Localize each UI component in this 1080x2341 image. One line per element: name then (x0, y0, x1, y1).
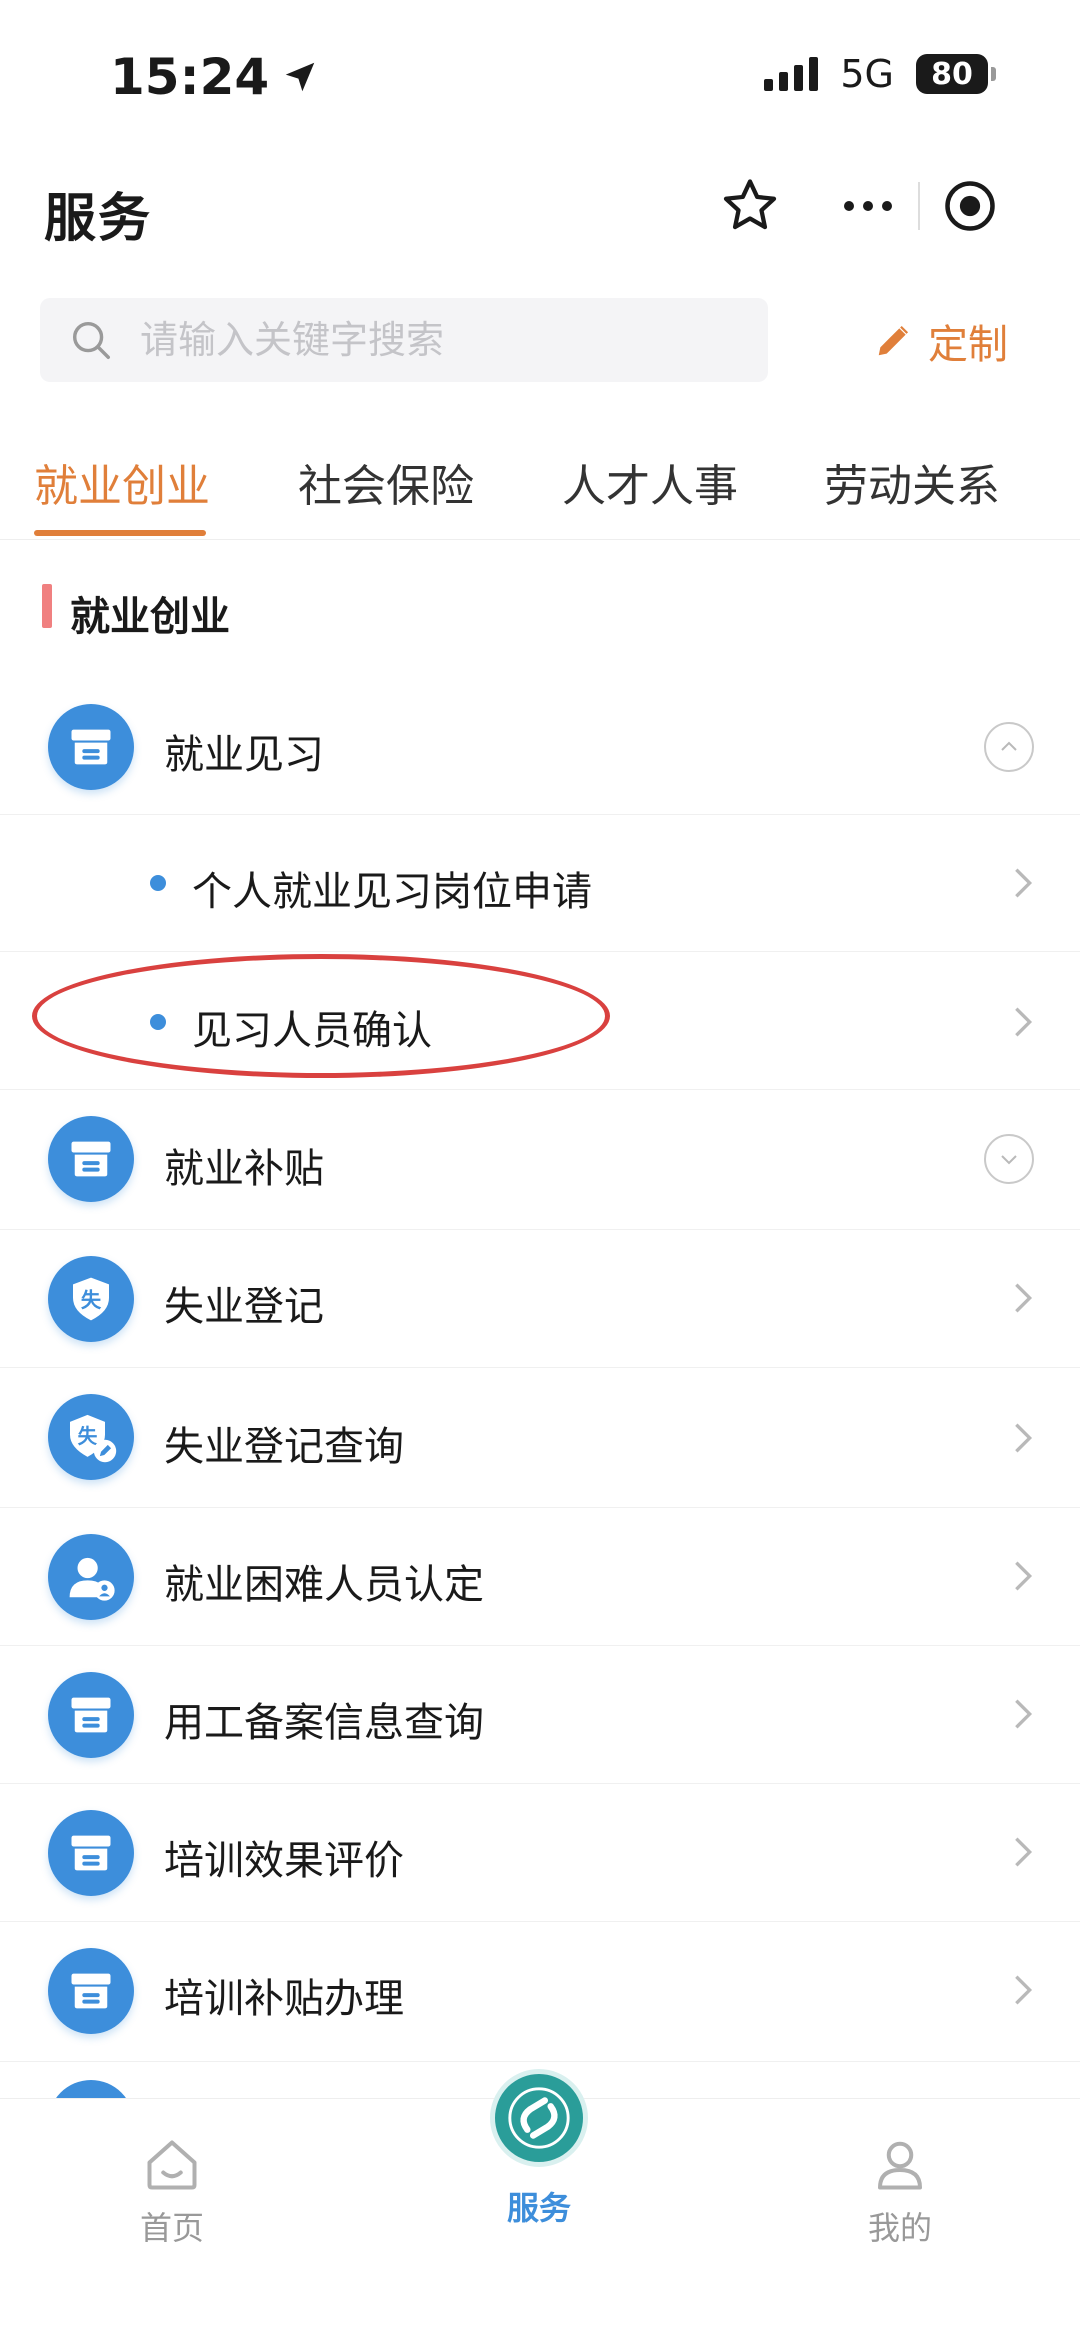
status-indicators: 5G 80 (764, 52, 996, 96)
network-type: 5G (840, 52, 894, 96)
list-item-label: 就业见习 (164, 732, 324, 778)
service-logo-icon (490, 2069, 588, 2167)
close-mini-program-button[interactable] (920, 168, 1020, 244)
box-icon (48, 704, 134, 790)
list-item-label: 就业补贴 (164, 1146, 324, 1192)
search-input[interactable] (140, 318, 700, 362)
highlight-annotation (32, 954, 610, 1078)
status-time: 15:24 (110, 48, 319, 106)
svg-text:失: 失 (81, 1288, 102, 1312)
signal-icon (764, 57, 819, 91)
sub-item-internship-application[interactable]: 个人就业见习岗位申请 (0, 815, 1080, 952)
pencil-icon (878, 325, 909, 356)
status-time-text: 15:24 (110, 48, 270, 106)
favorite-button[interactable] (718, 174, 782, 238)
collapse-button[interactable] (984, 722, 1034, 772)
tab-employment[interactable]: 就业创业 (34, 450, 210, 514)
list-item-training-subsidy[interactable]: 培训补贴办理 (0, 1922, 1080, 2062)
customize-button[interactable]: 定制 (874, 312, 1008, 370)
sub-item-label: 个人就业见习岗位申请 (192, 869, 592, 915)
list-item-unemployment-registration[interactable]: 失 失业登记 (0, 1230, 1080, 1368)
list-item-employment-subsidy[interactable]: 就业补贴 (0, 1090, 1080, 1230)
chevron-right-icon (1015, 1975, 1033, 2005)
page-title: 服务 (44, 189, 153, 249)
expand-button[interactable] (984, 1134, 1034, 1184)
nav-home[interactable]: 首页 (140, 2135, 204, 2249)
box-icon (48, 1116, 134, 1202)
list-item-label: 用工备案信息查询 (164, 1700, 484, 1746)
search-bar[interactable] (40, 298, 768, 382)
chevron-right-icon (1015, 1423, 1033, 1453)
chevron-right-icon (1015, 1561, 1033, 1591)
battery-icon: 80 (916, 54, 996, 94)
list-item-label: 失业登记 (164, 1284, 324, 1330)
list-item-internship[interactable]: 就业见习 (0, 680, 1080, 815)
category-tabs: 就业创业 社会保险 人才人事 劳动关系 (0, 440, 1080, 540)
star-icon (723, 179, 777, 230)
mini-program-capsule (818, 168, 1022, 244)
user-icon (48, 1534, 134, 1620)
more-button[interactable] (818, 168, 918, 244)
nav-profile[interactable]: 我的 (868, 2135, 932, 2249)
box-icon (48, 1672, 134, 1758)
box-icon (48, 1948, 134, 2034)
list-item-training-evaluation[interactable]: 培训效果评价 (0, 1784, 1080, 1922)
list-item-employment-filing-query[interactable]: 用工备案信息查询 (0, 1646, 1080, 1784)
active-tab-indicator (34, 530, 206, 536)
tab-social-insurance[interactable]: 社会保险 (298, 450, 474, 514)
svg-text:失: 失 (78, 1425, 98, 1448)
tab-talent-personnel[interactable]: 人才人事 (562, 450, 738, 514)
list-item-difficult-employment[interactable]: 就业困难人员认定 (0, 1508, 1080, 1646)
chevron-right-icon (1015, 1699, 1033, 1729)
chevron-right-icon (1015, 1837, 1033, 1867)
section-marker (42, 584, 52, 628)
nav-profile-label: 我的 (868, 2209, 933, 2247)
nav-service[interactable]: 服务 (490, 2069, 588, 2229)
chevron-right-icon (1015, 868, 1033, 898)
list-item-label: 失业登记查询 (164, 1424, 404, 1470)
list-item-label: 就业困难人员认定 (164, 1562, 484, 1608)
bottom-navigation: 首页 服务 我的 (0, 2069, 1080, 2341)
tab-labor-relations[interactable]: 劳动关系 (824, 450, 1000, 514)
chevron-right-icon (1015, 1283, 1033, 1313)
list-item-label: 培训效果评价 (164, 1838, 404, 1884)
chevron-up-icon (1001, 741, 1017, 751)
profile-icon (878, 2141, 922, 2190)
box-icon (48, 1810, 134, 1896)
home-icon (147, 2140, 197, 2190)
list-item-label: 培训补贴办理 (164, 1976, 404, 2022)
target-icon (945, 181, 995, 231)
search-icon (72, 321, 110, 359)
list-item-unemployment-query[interactable]: 失 失业登记查询 (0, 1368, 1080, 1508)
shield-shi-icon: 失 (48, 1256, 134, 1342)
customize-label: 定制 (928, 322, 1008, 368)
location-arrow-icon (285, 62, 315, 92)
nav-service-label: 服务 (506, 2189, 571, 2227)
bullet-dot (150, 875, 166, 891)
section-title: 就业创业 (70, 594, 230, 640)
nav-home-label: 首页 (140, 2209, 205, 2247)
chevron-down-icon (1001, 1155, 1017, 1165)
shield-shi-edit-icon: 失 (48, 1394, 134, 1480)
chevron-right-icon (1015, 1007, 1033, 1037)
battery-level: 80 (931, 56, 973, 92)
